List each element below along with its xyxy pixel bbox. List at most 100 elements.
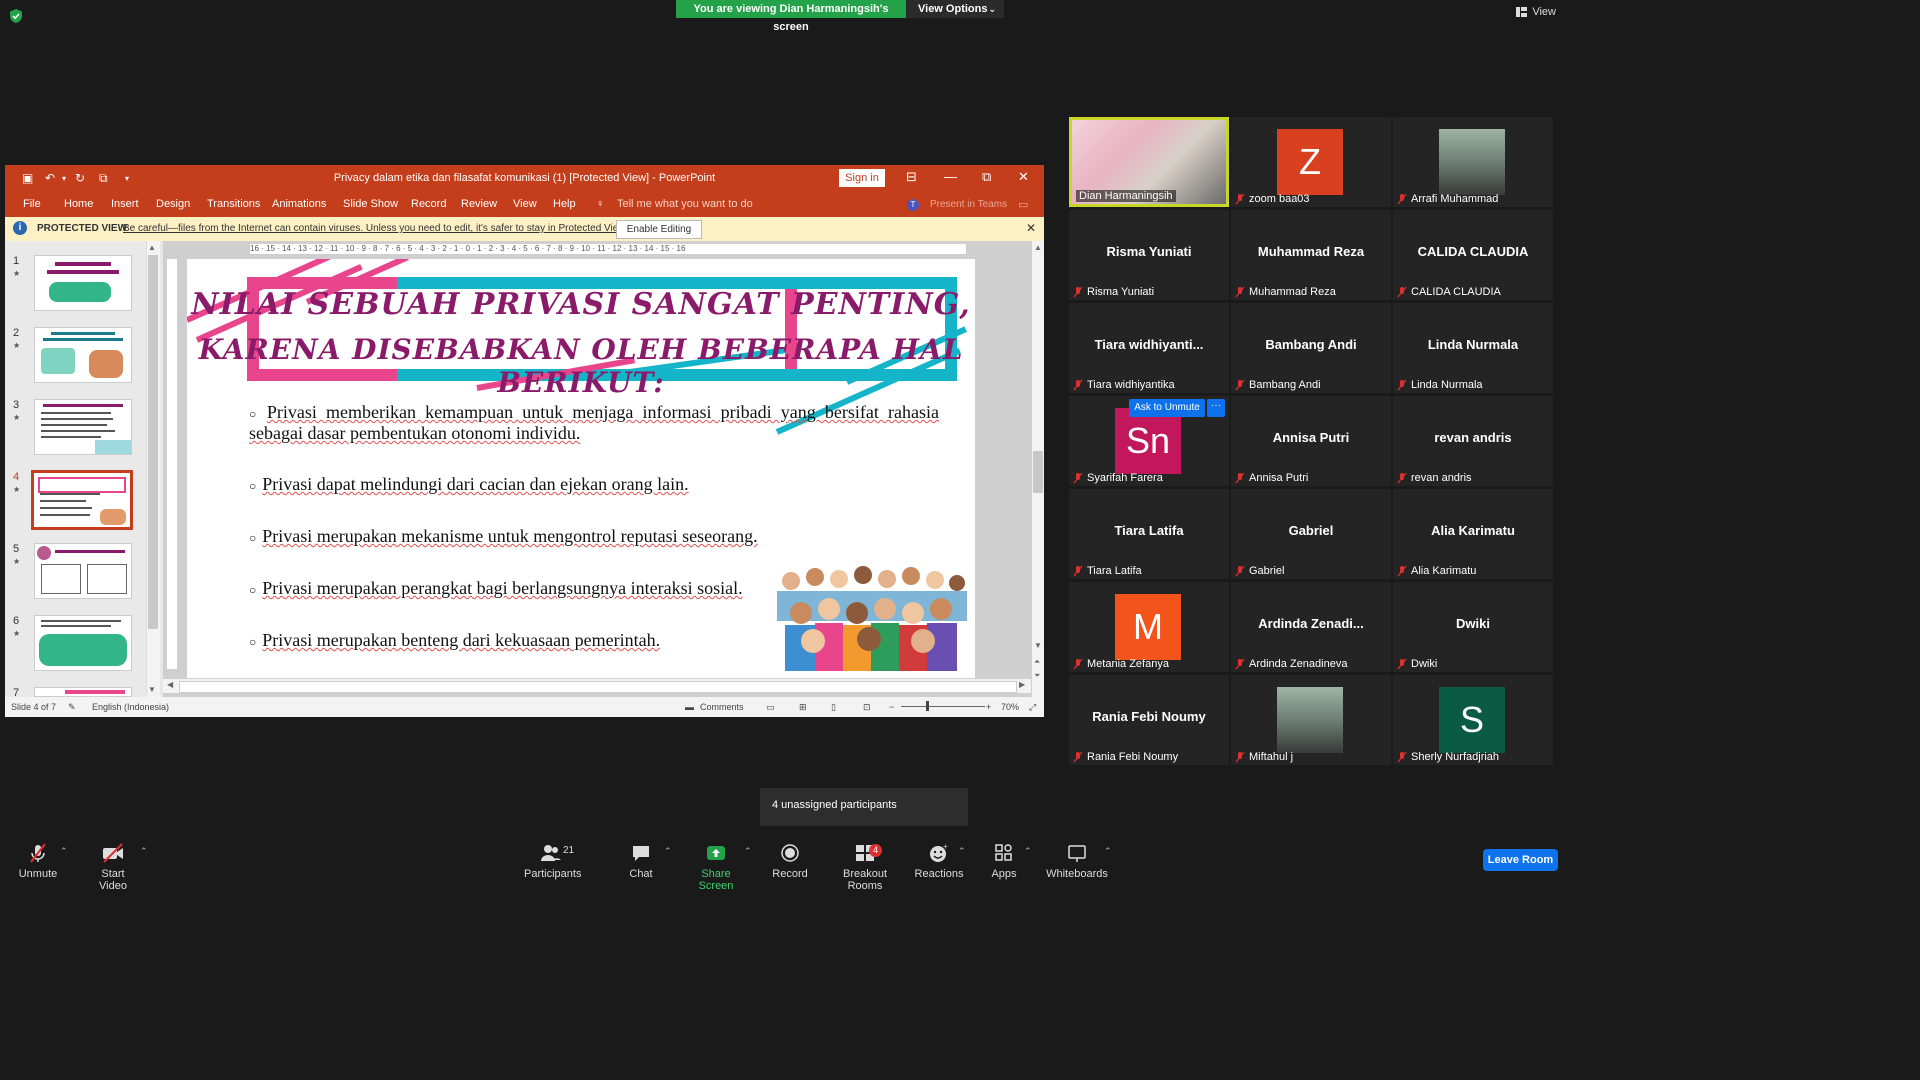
comments-button[interactable]: Comments [700,702,744,712]
scroll-down-icon[interactable]: ▼ [148,685,156,694]
slide-thumbnail[interactable] [34,399,132,455]
scroll-thumb[interactable] [179,681,1017,693]
scroll-up-icon[interactable]: ▲ [148,243,156,252]
video-options-caret-icon[interactable]: ⌃ [140,846,148,857]
share-screen-button[interactable]: Share Screen [686,842,746,892]
zoom-slider[interactable] [901,706,985,707]
reactions-button[interactable]: + Reactions [914,842,964,880]
thumbnails-scrollbar[interactable]: ▲ ▼ [146,241,160,697]
enable-editing-button[interactable]: Enable Editing [616,220,702,239]
minimize-icon[interactable]: — [944,169,957,184]
participant-tile[interactable]: CALIDA CLAUDIA CALIDA CLAUDIA [1393,210,1553,300]
leave-room-button[interactable]: Leave Room [1483,849,1558,871]
slide-thumbnail[interactable] [34,327,132,383]
fit-slide-icon[interactable]: ⤢ [1029,702,1036,713]
apps-button[interactable]: Apps [988,842,1020,880]
participant-tile[interactable]: revan andris revan andris [1393,396,1553,486]
tab-file[interactable]: File [23,198,41,210]
participant-tile[interactable]: Alia Karimatu Alia Karimatu [1393,489,1553,579]
participant-tile[interactable]: M Metania Zefanya [1069,582,1229,672]
previous-slide-icon[interactable]: ⏶ [1034,657,1040,667]
protected-view-message[interactable]: Be careful—files from the Internet can c… [123,223,628,234]
present-in-teams-button[interactable]: Present in Teams [930,199,1007,210]
more-options-button[interactable]: ··· [1207,399,1225,417]
participant-tile[interactable]: Zzoom baa03 [1231,117,1391,207]
record-button[interactable]: Record [772,842,808,880]
reactions-caret-icon[interactable]: ⌃ [958,846,966,857]
participant-tile[interactable]: Tiara Latifa Tiara Latifa [1069,489,1229,579]
participant-tile[interactable]: Linda Nurmala Linda Nurmala [1393,303,1553,393]
accessibility-icon[interactable]: ✎ [68,702,76,713]
tell-me-search[interactable]: Tell me what you want to do [617,198,753,210]
tab-view[interactable]: View [513,198,537,210]
slide-thumbnail[interactable] [34,687,132,697]
participant-tile[interactable]: Risma Yuniati Risma Yuniati [1069,210,1229,300]
whiteboards-caret-icon[interactable]: ⌃ [1104,846,1112,857]
sign-in-button[interactable]: Sign in [839,169,885,187]
scroll-right-icon[interactable]: ▶ [1019,680,1025,689]
view-options-button[interactable]: View Options ⌄ [906,0,1004,18]
participant-tile[interactable]: S Sherly Nurfadjriah [1393,675,1553,765]
close-icon[interactable]: ✕ [1018,169,1029,185]
participant-tile[interactable]: Rania Febi Noumy Rania Febi Noumy [1069,675,1229,765]
editor-vertical-scrollbar[interactable]: ▲ ▼ ⏶ ⏷ [1032,241,1044,697]
tab-animations[interactable]: Animations [272,198,326,210]
audio-options-caret-icon[interactable]: ⌃ [60,846,68,857]
scroll-down-icon[interactable]: ▼ [1034,641,1042,650]
scroll-thumb[interactable] [148,255,158,629]
scroll-up-icon[interactable]: ▲ [1034,243,1042,252]
slide-thumbnail[interactable] [34,615,132,671]
scroll-thumb[interactable] [1033,451,1043,493]
tab-record[interactable]: Record [411,198,446,210]
participant-tile[interactable]: Gabriel Gabriel [1231,489,1391,579]
tab-slide-show[interactable]: Slide Show [343,198,398,210]
whiteboards-button[interactable]: Whiteboards [1046,842,1108,880]
participant-tile[interactable]: Miftahul j [1231,675,1391,765]
tab-home[interactable]: Home [64,198,93,210]
slide-thumbnail[interactable] [34,255,132,311]
tab-insert[interactable]: Insert [111,198,139,210]
next-slide-icon[interactable]: ⏷ [1034,671,1040,681]
participant-tile[interactable]: Muhammad Reza Muhammad Reza [1231,210,1391,300]
close-icon[interactable]: ✕ [1026,221,1036,235]
editor-horizontal-scrollbar[interactable]: ◀ ▶ [163,679,1031,693]
zoom-level[interactable]: 70% [1001,702,1019,712]
apps-caret-icon[interactable]: ⌃ [1024,846,1032,857]
slideshow-icon[interactable]: ⊡ [863,702,871,713]
tab-review[interactable]: Review [461,198,497,210]
normal-view-icon[interactable]: ▭ [766,702,775,713]
scroll-left-icon[interactable]: ◀ [167,680,173,689]
tab-transitions[interactable]: Transitions [207,198,260,210]
chat-button[interactable]: Chat [626,842,656,880]
participant-tile[interactable]: Ardinda Zenadi... Ardinda Zenadineva [1231,582,1391,672]
participant-tile[interactable]: Annisa Putri Annisa Putri [1231,396,1391,486]
participant-tile[interactable]: Bambang Andi Bambang Andi [1231,303,1391,393]
breakout-rooms-button[interactable]: Breakout Rooms [827,842,903,892]
ask-to-unmute-button[interactable]: Ask to Unmute [1129,399,1205,417]
shield-icon[interactable] [8,8,24,24]
zoom-out-icon[interactable]: − [889,702,894,712]
comment-icon[interactable]: ▬ [685,702,694,712]
restore-icon[interactable]: ⧉ [982,169,991,185]
unmute-button[interactable]: Unmute [18,842,58,880]
reading-view-icon[interactable]: ▯ [831,702,836,713]
tab-help[interactable]: Help [553,198,576,210]
participant-tile[interactable]: Dian Harmaningsih [1069,117,1229,207]
participant-tile[interactable]: Arrafi Muhammad [1393,117,1553,207]
tab-design[interactable]: Design [156,198,190,210]
view-button[interactable]: View [1516,6,1556,18]
participant-tile[interactable]: Tiara widhiyanti... Tiara widhiyantika [1069,303,1229,393]
comment-icon[interactable]: ▭ [1018,198,1028,211]
chat-options-caret-icon[interactable]: ⌃ [664,846,672,857]
share-options-caret-icon[interactable]: ⌃ [744,846,752,857]
zoom-in-icon[interactable]: + [986,702,991,712]
language[interactable]: English (Indonesia) [92,702,169,712]
slide-thumbnail-active[interactable] [31,470,133,530]
slide-thumbnail[interactable] [34,543,132,599]
slide-sorter-icon[interactable]: ⊞ [799,702,807,713]
participant-tile[interactable]: Dwiki Dwiki [1393,582,1553,672]
slide-count: Slide 4 of 7 [11,702,57,712]
ribbon-display-options-icon[interactable]: ⊟ [906,169,917,185]
zoom-slider-thumb[interactable] [926,701,929,711]
start-video-button[interactable]: Start Video [88,842,138,892]
